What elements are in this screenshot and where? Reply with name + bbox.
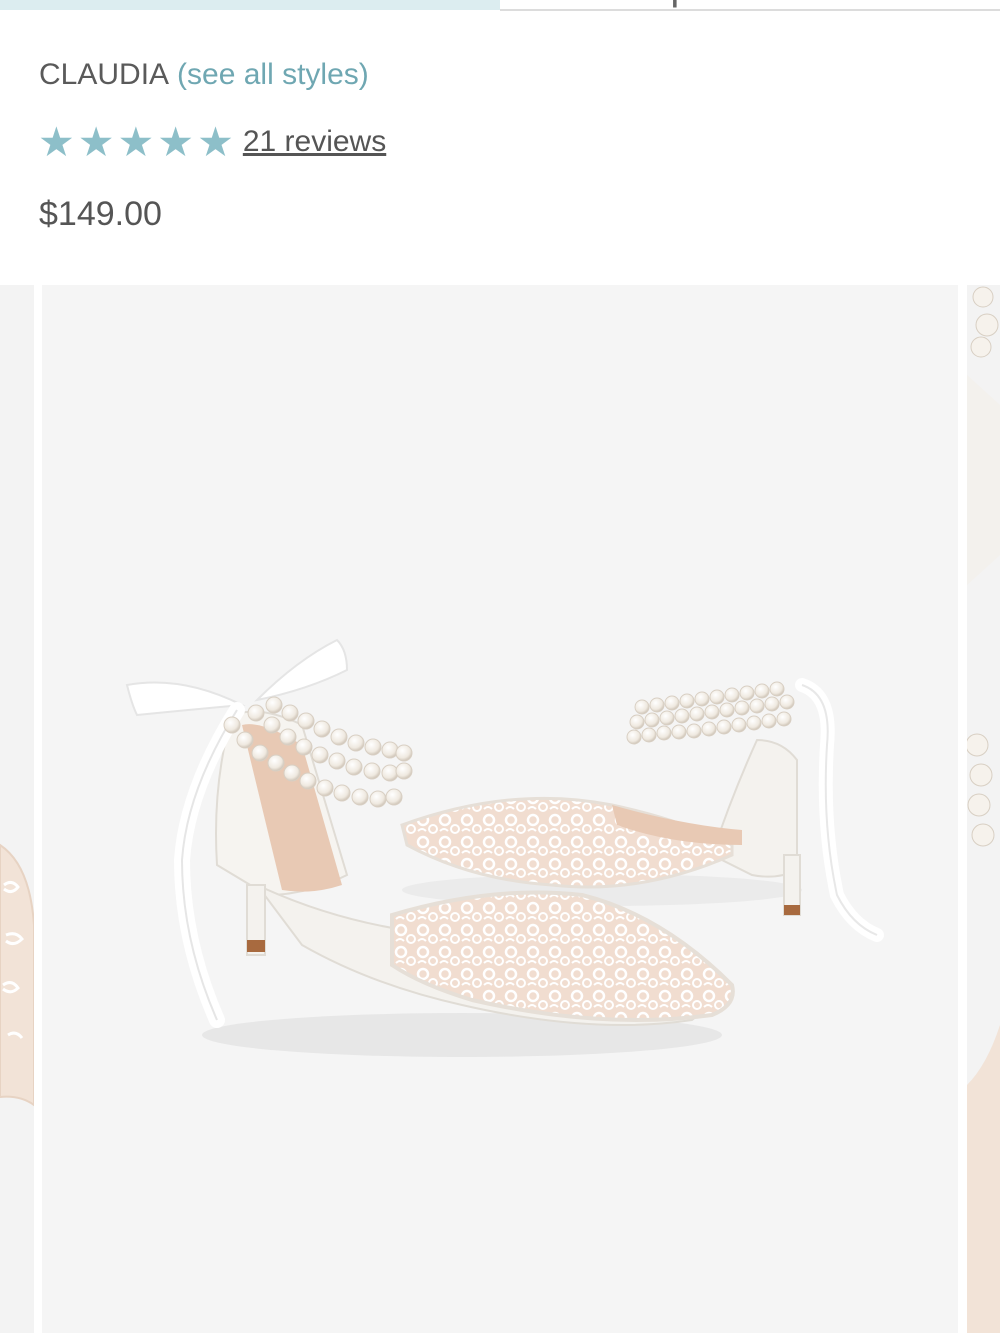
star-icon: ★ [117, 118, 155, 165]
brand-row: CLAUDIA (see all styles) [39, 58, 369, 92]
previous-slide[interactable] [0, 285, 34, 1333]
rating-row: ★ ★ ★ ★ ★ 21 reviews [38, 120, 386, 164]
star-icon: ★ [157, 118, 195, 165]
see-all-styles-link[interactable]: (see all styles) [177, 58, 369, 91]
product-price: $149.00 [39, 195, 162, 233]
star-icon: ★ [38, 118, 75, 165]
star-rating[interactable]: ★ ★ ★ ★ ★ [38, 118, 237, 165]
star-icon: ★ [77, 118, 115, 165]
next-slide[interactable] [967, 285, 1000, 1333]
product-image [42, 285, 958, 1333]
brand-name: CLAUDIA [39, 58, 170, 91]
image-carousel[interactable] [0, 285, 1000, 1333]
reviews-link[interactable]: 21 reviews [243, 125, 386, 159]
divider [500, 9, 1000, 11]
star-icon: ★ [197, 118, 234, 165]
product-title: Low Heels with Double Pearls Strap [38, 0, 693, 9]
